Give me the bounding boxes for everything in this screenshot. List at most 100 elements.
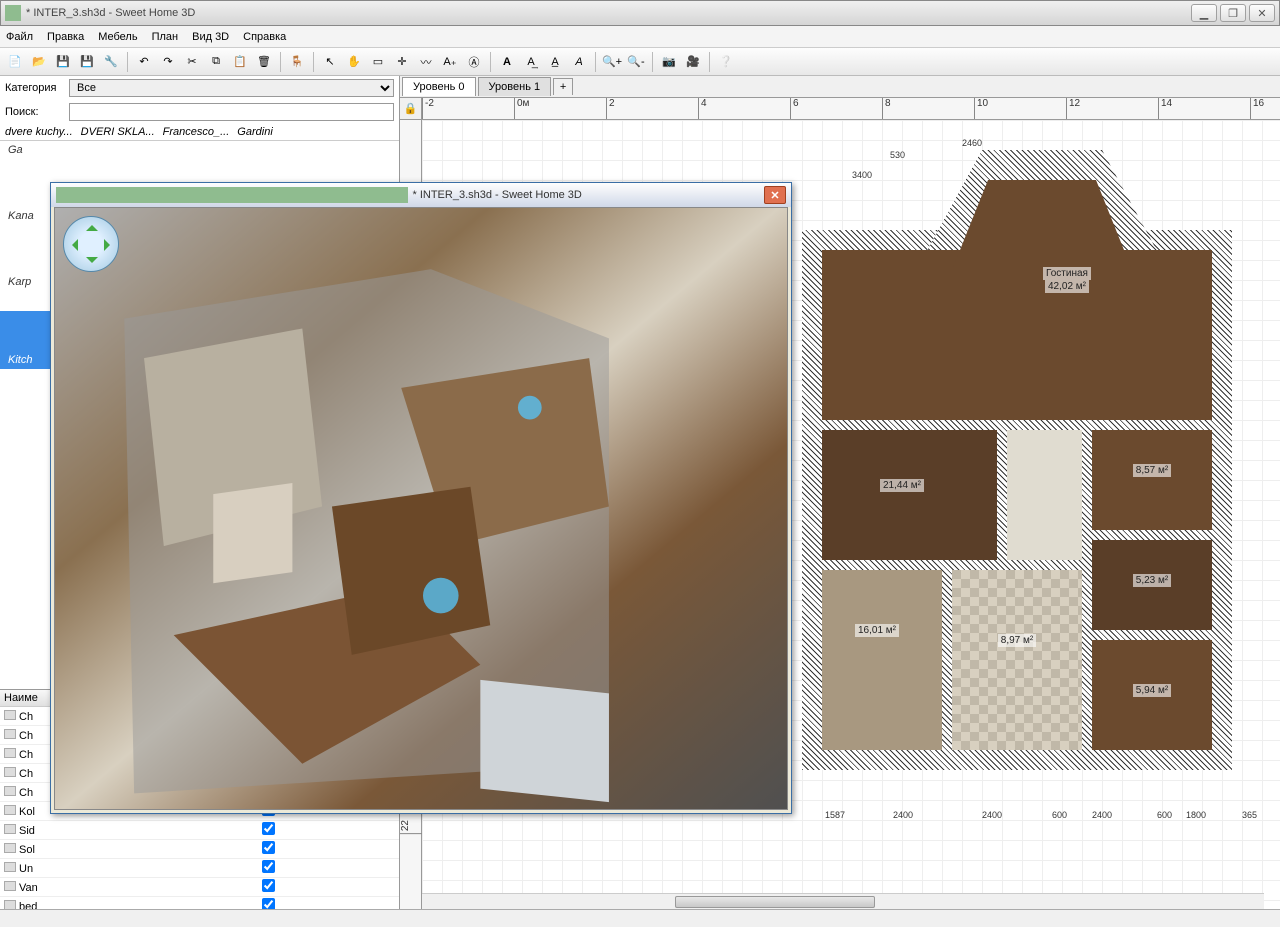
wall-tool[interactable]: ▭ <box>367 51 389 73</box>
paste-button[interactable]: 📋 <box>229 51 251 73</box>
menu-help[interactable]: Справка <box>243 31 286 43</box>
table-row[interactable]: bed <box>0 897 399 909</box>
maximize-button[interactable]: ❐ <box>1220 4 1246 22</box>
catalog-tab[interactable]: Gardini <box>237 126 272 138</box>
new-button[interactable]: 📄 <box>4 51 26 73</box>
dimension: 1800 <box>1186 810 1206 820</box>
dimension: 2400 <box>1092 810 1112 820</box>
text-tool[interactable]: Ⓐ <box>463 51 485 73</box>
room-area: 5,94 м² <box>1133 684 1171 697</box>
zoom-in-button[interactable]: 🔍+ <box>601 51 623 73</box>
view3d-window[interactable]: * INTER_3.sh3d - Sweet Home 3D ✕ <box>50 182 792 814</box>
minimize-button[interactable]: ▁ <box>1191 4 1217 22</box>
save-as-button[interactable]: 💾 <box>76 51 98 73</box>
room-area: 42,02 м² <box>1045 280 1089 293</box>
menu-view3d[interactable]: Вид 3D <box>192 31 229 43</box>
visible-checkbox[interactable] <box>262 822 275 835</box>
category-select[interactable]: Все <box>69 79 394 97</box>
view3d-close-button[interactable]: ✕ <box>764 186 786 204</box>
dimension: 2460 <box>962 138 982 148</box>
view3d-canvas[interactable] <box>54 207 788 810</box>
dimension: 3400 <box>852 170 872 180</box>
prefs-button[interactable]: 🔧 <box>100 51 122 73</box>
statusbar <box>0 909 1280 927</box>
room-label: Гостиная <box>1043 267 1091 280</box>
nav-right-icon[interactable] <box>104 239 116 251</box>
room-r5: 8,97 м² <box>972 630 1062 650</box>
view3d-titlebar[interactable]: * INTER_3.sh3d - Sweet Home 3D ✕ <box>51 183 791 207</box>
visible-checkbox[interactable] <box>262 898 275 909</box>
horizontal-scrollbar[interactable] <box>422 893 1264 909</box>
nav-compass[interactable] <box>63 216 119 272</box>
dimension: 530 <box>890 150 905 160</box>
level-add-button[interactable]: + <box>553 78 573 95</box>
text-size-inc-button[interactable]: A͢ <box>520 51 542 73</box>
menu-plan[interactable]: План <box>152 31 179 43</box>
ruler-tick: 6 <box>790 98 799 120</box>
room-r2: 21,44 м² <box>842 470 962 500</box>
nav-down-icon[interactable] <box>86 257 98 269</box>
save-button[interactable]: 💾 <box>52 51 74 73</box>
table-row[interactable]: Sid <box>0 821 399 840</box>
level-tab-1[interactable]: Уровень 1 <box>478 77 552 96</box>
ruler-tick: 8 <box>882 98 891 120</box>
catalog-tabs: dvere kuchy... DVERI SKLA... Francesco_.… <box>0 124 399 141</box>
category-label: Категория <box>5 82 65 94</box>
pan-tool[interactable]: ✋ <box>343 51 365 73</box>
floor-plan: Гостиная 42,02 м² 21,44 м² 8,57 м² 16,01… <box>802 150 1232 770</box>
table-row[interactable]: Sol <box>0 840 399 859</box>
search-input[interactable] <box>69 103 394 121</box>
ruler-tick: 16 <box>1250 98 1264 120</box>
delete-button[interactable]: 🗑 <box>253 51 275 73</box>
catalog-tab[interactable]: DVERI SKLA... <box>81 126 155 138</box>
copy-button[interactable]: ⧉ <box>205 51 227 73</box>
room-tool[interactable]: ✛ <box>391 51 413 73</box>
nav-left-icon[interactable] <box>66 239 78 251</box>
polyline-tool[interactable]: 〰 <box>415 51 437 73</box>
dimension-tool[interactable]: A₊ <box>439 51 461 73</box>
undo-button[interactable]: ↶ <box>133 51 155 73</box>
catalog-tab[interactable]: Francesco_... <box>163 126 230 138</box>
help-button[interactable]: ❔ <box>715 51 737 73</box>
ruler-tick: -2 <box>422 98 434 120</box>
plan-lock-icon[interactable]: 🔒 <box>400 98 422 120</box>
dimension: 365 <box>1242 810 1257 820</box>
catalog-item[interactable]: Ga <box>0 141 399 159</box>
ruler-tick: 14 <box>1158 98 1172 120</box>
ruler-tick: 0м <box>514 98 529 120</box>
app-icon <box>56 187 408 203</box>
video-button[interactable]: 🎥 <box>682 51 704 73</box>
menu-file[interactable]: Файл <box>6 31 33 43</box>
table-row[interactable]: Un <box>0 859 399 878</box>
redo-button[interactable]: ↷ <box>157 51 179 73</box>
text-size-dec-button[interactable]: A̲ <box>544 51 566 73</box>
room-r3: 8,57 м² <box>1102 460 1202 480</box>
photo-button[interactable]: 📷 <box>658 51 680 73</box>
catalog-tab[interactable]: dvere kuchy... <box>5 126 73 138</box>
room-area: 21,44 м² <box>880 479 924 492</box>
room-area: 8,57 м² <box>1133 464 1171 477</box>
ruler-tick: 12 <box>1066 98 1080 120</box>
open-button[interactable]: 📂 <box>28 51 50 73</box>
text-italic-button[interactable]: A <box>568 51 590 73</box>
visible-checkbox[interactable] <box>262 860 275 873</box>
level-tab-0[interactable]: Уровень 0 <box>402 77 476 96</box>
menubar: Файл Правка Мебель План Вид 3D Справка <box>0 26 1280 48</box>
visible-checkbox[interactable] <box>262 879 275 892</box>
view3d-scene <box>55 208 787 809</box>
table-row[interactable]: Van <box>0 878 399 897</box>
menu-furniture[interactable]: Мебель <box>98 31 137 43</box>
room-r7: 5,94 м² <box>1102 680 1202 700</box>
text-bold-button[interactable]: A <box>496 51 518 73</box>
room-area: 8,97 м² <box>998 634 1036 647</box>
menu-edit[interactable]: Правка <box>47 31 84 43</box>
ruler-tick: 2 <box>606 98 615 120</box>
add-furniture-button[interactable]: 🪑 <box>286 51 308 73</box>
cut-button[interactable]: ✂ <box>181 51 203 73</box>
nav-up-icon[interactable] <box>86 219 98 231</box>
zoom-out-button[interactable]: 🔍- <box>625 51 647 73</box>
select-tool[interactable]: ↖ <box>319 51 341 73</box>
close-button[interactable]: ✕ <box>1249 4 1275 22</box>
visible-checkbox[interactable] <box>262 841 275 854</box>
window-titlebar: * INTER_3.sh3d - Sweet Home 3D ▁ ❐ ✕ <box>0 0 1280 26</box>
